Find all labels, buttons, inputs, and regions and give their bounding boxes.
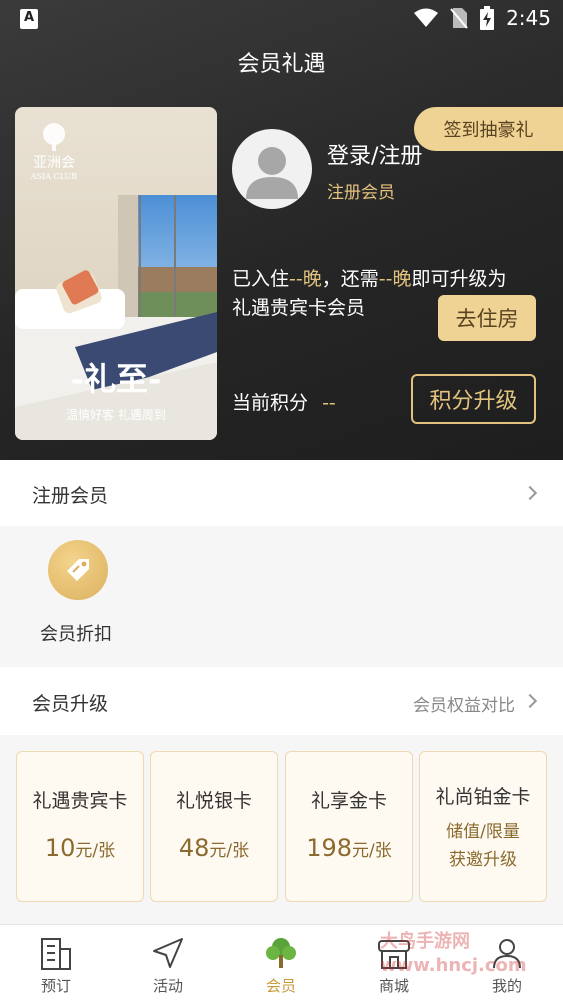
- member-discount-label[interactable]: 会员折扣: [40, 620, 112, 646]
- navigation-icon: [153, 938, 183, 968]
- tier-note-line1: 储值/限量: [446, 822, 520, 842]
- benefits-compare-link[interactable]: 会员权益对比: [413, 691, 515, 716]
- tab-label: 预订: [40, 977, 71, 995]
- tier-name: 礼尚铂金卡: [435, 786, 531, 808]
- register-member-label: 注册会员: [32, 485, 109, 507]
- tier-card-platinum[interactable]: 礼尚铂金卡 储值/限量获邀升级: [419, 751, 547, 902]
- tier-card-silver[interactable]: 礼悦银卡 48元/张: [150, 751, 278, 902]
- tier-card-vip[interactable]: 礼遇贵宾卡 10元/张: [16, 751, 144, 902]
- brand-en: ASIA CLUB: [30, 172, 77, 181]
- status-icons: 2:45: [414, 6, 551, 30]
- book-stay-button[interactable]: 去住房: [438, 295, 536, 341]
- tab-label: 我的: [491, 977, 522, 995]
- status-bar: A 2:45: [0, 0, 563, 40]
- tier-price-value: 10: [44, 834, 76, 862]
- tag-icon: [67, 559, 89, 581]
- clock: 2:45: [506, 6, 551, 30]
- tier-price: 10元/张: [17, 834, 143, 862]
- login-register-link[interactable]: 登录/注册: [327, 138, 422, 170]
- default-avatar-icon: [246, 147, 298, 199]
- tab-member[interactable]: 会员: [225, 925, 337, 1002]
- points-label: 当前积分: [232, 392, 309, 414]
- chevron-right-icon: [522, 485, 538, 501]
- wifi-icon: [414, 8, 439, 27]
- chevron-right-icon[interactable]: [522, 693, 538, 709]
- tier-name: 礼悦银卡: [175, 790, 252, 812]
- tier-price-unit: 元/张: [75, 841, 116, 861]
- tier-note-line2: 获邀升级: [449, 850, 517, 870]
- tier-price-value: 48: [178, 834, 210, 862]
- building-icon: [41, 938, 71, 970]
- battery-charging-icon: [480, 6, 495, 30]
- points-upgrade-button[interactable]: 积分升级: [411, 374, 536, 424]
- no-sim-icon: [450, 8, 468, 29]
- register-member-row[interactable]: 注册会员: [0, 460, 563, 526]
- upgrade-to-label: 即可升级为: [411, 268, 507, 290]
- tab-label: 商城: [378, 977, 409, 995]
- tab-label: 活动: [152, 977, 183, 995]
- tier-price-unit: 元/张: [209, 841, 250, 861]
- page-title: 会员礼遇: [237, 52, 326, 77]
- tier-price: 198元/张: [286, 834, 412, 862]
- tab-label: 会员: [265, 977, 296, 995]
- nights-stayed-value: --晚: [289, 268, 322, 290]
- nights-needed-value: --晚: [378, 268, 412, 290]
- app-notification-icon: A: [20, 9, 38, 29]
- points-value: --: [322, 392, 336, 414]
- hotel-room-image: 亚洲会 ASIA CLUB -礼至- 温情好客 礼遇周到: [15, 107, 217, 440]
- hotel-promo-card[interactable]: 亚洲会 ASIA CLUB -礼至- 温情好客 礼遇周到: [15, 107, 217, 440]
- member-upgrade-label: 会员升级: [32, 693, 109, 715]
- tree-icon: [266, 938, 296, 968]
- watermark: 大鸟手游网 www.hncj.com: [380, 931, 527, 976]
- tab-activity[interactable]: 活动: [112, 925, 224, 1002]
- tab-booking[interactable]: 预订: [0, 925, 112, 1002]
- tier-price-unit: 元/张: [352, 841, 392, 861]
- tier-name: 礼遇贵宾卡: [32, 790, 128, 812]
- discount-tag-icon[interactable]: [48, 540, 108, 600]
- target-tier-label: 礼遇贵宾卡会员: [232, 297, 366, 319]
- tier-price: 48元/张: [151, 834, 277, 862]
- promo-tagline: 温情好客 礼遇周到: [66, 407, 166, 422]
- promo-headline: -礼至-: [71, 360, 162, 398]
- member-upgrade-row: 会员升级 会员权益对比: [0, 667, 563, 735]
- tier-card-gold[interactable]: 礼享金卡 198元/张: [285, 751, 413, 902]
- brand-cn: 亚洲会: [33, 155, 75, 171]
- member-hero: A 2:45 会员礼遇 亚洲会 ASIA CLUB -礼至- 温情好客 礼遇周到…: [0, 0, 563, 460]
- points-display: 当前积分 --: [232, 388, 336, 415]
- tier-note: 储值/限量获邀升级: [420, 818, 546, 874]
- nights-stayed-label: 已入住: [232, 268, 290, 290]
- tier-name: 礼享金卡: [310, 790, 387, 812]
- register-member-link[interactable]: 注册会员: [327, 178, 395, 203]
- checkin-lottery-button[interactable]: 签到抽豪礼: [414, 107, 563, 151]
- nights-needed-label: ，还需: [321, 268, 379, 290]
- tier-price-value: 198: [306, 834, 353, 862]
- avatar[interactable]: [232, 129, 312, 209]
